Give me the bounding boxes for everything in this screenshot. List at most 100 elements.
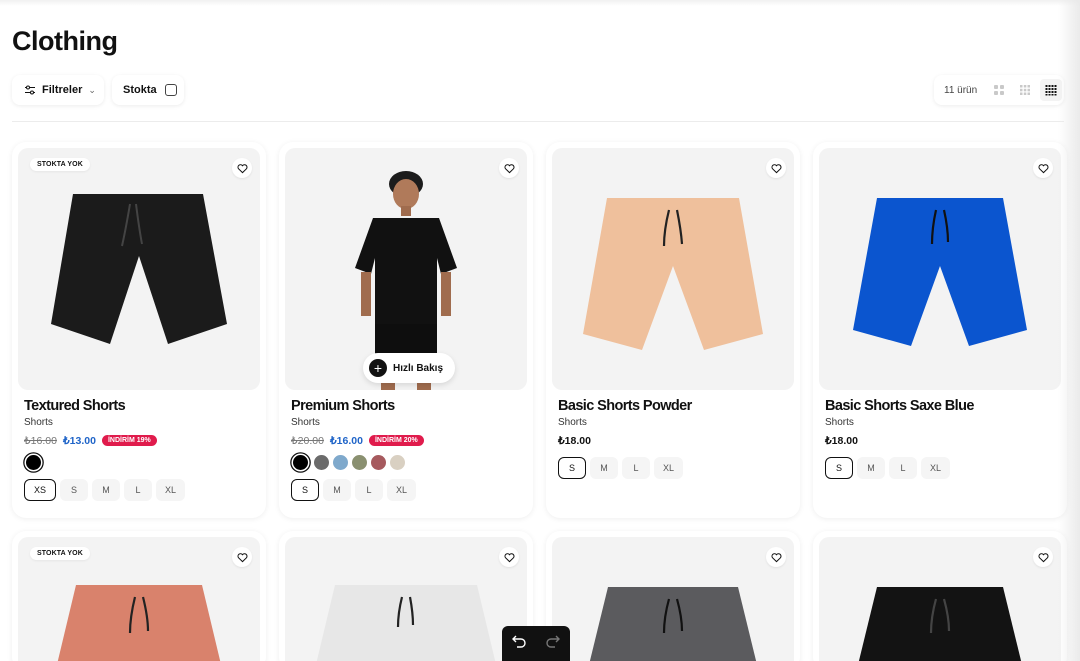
stock-label: Stokta [123,84,157,96]
old-price: ₺20.00 [291,434,324,447]
size-option[interactable]: S [558,457,586,479]
chevron-down-icon: ⌄ [88,84,96,95]
size-option[interactable]: XL [387,479,417,501]
out-of-stock-badge: STOKTA YOK [30,158,90,171]
old-price: ₺16.00 [24,434,57,447]
product-info: Basic Shorts Powder Shorts ₺18.00 S M L … [558,398,790,479]
shorts-image [316,585,496,661]
color-swatches [24,455,256,470]
heart-icon[interactable] [1033,158,1053,178]
product-info: Textured Shorts Shorts ₺16.00 ₺13.00 İND… [24,398,256,501]
shorts-image [589,587,757,661]
product-category: Shorts [24,417,53,428]
heart-icon[interactable] [499,547,519,567]
undo-icon[interactable] [511,634,527,653]
product-card[interactable]: Basic Shorts Saxe Blue Shorts ₺18.00 S M… [813,142,1067,518]
color-swatch-beige[interactable] [390,455,405,470]
heart-icon[interactable] [232,158,252,178]
discount-badge: İNDİRİM 19% [101,435,157,446]
discount-badge: İNDİRİM 20% [368,435,424,446]
product-card[interactable]: STOKTA YOK [12,531,266,661]
color-swatch-rose[interactable] [371,455,386,470]
product-image[interactable] [552,537,794,661]
product-name[interactable]: Premium Shorts [291,398,523,414]
quick-view-button[interactable]: + Hızlı Bakış [363,353,455,383]
price-row: ₺20.00 ₺16.00 İNDİRİM 20% [291,433,523,448]
size-option[interactable]: XL [156,479,186,501]
size-options: S M L XL [825,457,1057,479]
product-card[interactable]: Basic Shorts Powder Shorts ₺18.00 S M L … [546,142,800,518]
undo-redo-bar [502,626,570,661]
size-option[interactable]: M [857,457,885,479]
product-image[interactable]: STOKTA YOK [18,148,260,390]
product-image[interactable] [819,537,1061,661]
size-option[interactable]: L [124,479,153,501]
product-image[interactable]: STOKTA YOK [18,537,260,661]
grid-2-icon[interactable] [988,79,1010,101]
size-option[interactable]: XL [921,457,951,479]
shorts-shape [583,198,763,350]
product-card[interactable] [546,531,800,661]
heart-icon[interactable] [1033,547,1053,567]
color-swatch-blue[interactable] [333,455,348,470]
filter-label: Filtreler [42,84,83,96]
size-option[interactable]: M [92,479,121,501]
sale-price: ₺16.00 [329,434,363,447]
size-option[interactable]: L [622,457,650,479]
shorts-shape [858,587,1022,661]
price: ₺18.00 [825,434,858,447]
product-image[interactable] [552,148,794,390]
size-option[interactable]: S [825,457,853,479]
product-name[interactable]: Textured Shorts [24,398,256,414]
size-options: XS S M L XL [24,479,256,501]
product-image[interactable] [285,537,527,661]
sale-price: ₺13.00 [62,434,96,447]
grid-4-icon[interactable] [1040,79,1062,101]
product-info: Premium Shorts Shorts ₺20.00 ₺16.00 İNDİ… [291,398,523,501]
shorts-shape [57,585,221,661]
quick-view-label: Hızlı Bakış [393,362,444,374]
top-strip [0,0,1080,6]
heart-icon[interactable] [766,547,786,567]
size-option[interactable]: M [323,479,351,501]
heart-icon[interactable] [766,158,786,178]
product-card[interactable]: + Hızlı Bakış Premium Shorts Shorts ₺20.… [279,142,533,518]
color-swatches [291,455,523,470]
size-option[interactable]: S [60,479,89,501]
plus-icon: + [369,359,387,377]
page-title: Clothing [12,26,118,56]
grid-3-icon[interactable] [1014,79,1036,101]
price-row: ₺18.00 [825,433,1057,448]
product-image[interactable] [819,148,1061,390]
color-swatch-olive[interactable] [352,455,367,470]
filter-button[interactable]: Filtreler ⌄ [12,75,104,105]
color-swatch-black[interactable] [293,455,308,470]
product-card[interactable]: STOKTA YOK Textured Shorts Shorts ₺16.00… [12,142,266,518]
in-stock-toggle[interactable]: Stokta [112,75,184,105]
shorts-shape [589,587,757,661]
shorts-image [583,198,763,350]
size-option[interactable]: L [889,457,917,479]
size-option[interactable]: M [590,457,618,479]
heart-icon[interactable] [499,158,519,178]
size-options: S M L XL [558,457,790,479]
size-option[interactable]: XS [24,479,57,501]
size-option[interactable]: L [355,479,383,501]
color-swatch-black[interactable] [26,455,41,470]
product-name[interactable]: Basic Shorts Saxe Blue [825,398,1057,414]
size-options: S M L XL [291,479,523,501]
product-image[interactable]: + Hızlı Bakış [285,148,527,390]
heart-icon[interactable] [232,547,252,567]
stock-checkbox[interactable] [164,84,177,96]
size-option[interactable]: S [291,479,319,501]
redo-icon[interactable] [545,634,561,653]
product-card[interactable] [813,531,1067,661]
shorts-image [858,587,1022,661]
product-name[interactable]: Basic Shorts Powder [558,398,790,414]
out-of-stock-badge: STOKTA YOK [30,547,90,560]
size-option[interactable]: XL [654,457,684,479]
shorts-shape [853,198,1027,346]
product-category: Shorts [558,417,587,428]
color-swatch-gray[interactable] [314,455,329,470]
product-card[interactable] [279,531,533,661]
